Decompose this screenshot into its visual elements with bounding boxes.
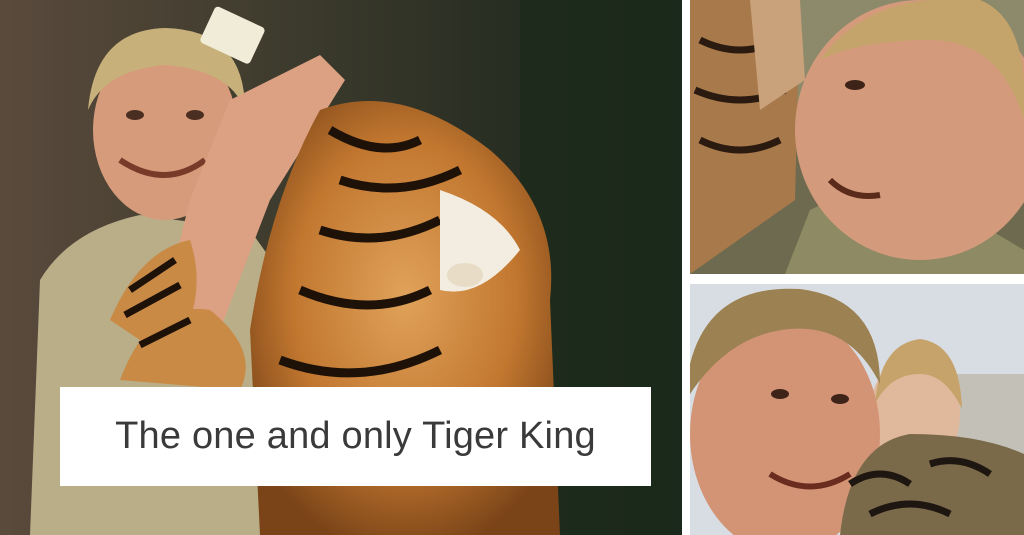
top-right-photo [690,0,1024,274]
caption-box: The one and only Tiger King [60,387,651,486]
caption-text: The one and only Tiger King [115,415,596,457]
bottom-right-photo [690,284,1024,535]
